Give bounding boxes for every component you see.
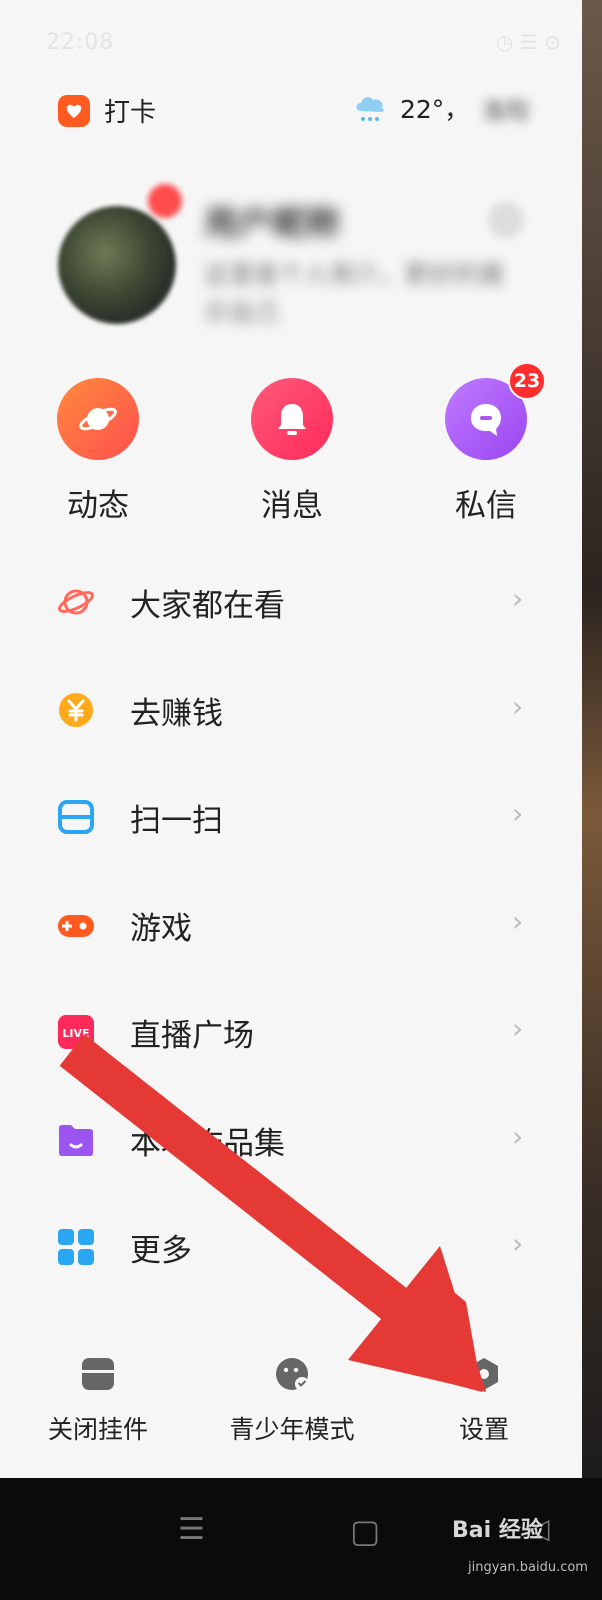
background-video-edge xyxy=(582,0,602,1478)
chevron-right-icon: › xyxy=(512,1012,524,1045)
planet-outline-icon xyxy=(57,589,95,615)
menu-list: 大家都在看 › 去赚钱 › 扫一扫 › 游戏 › LIVE 直播广场 › 本地作… xyxy=(0,550,582,1303)
quick-action-label: 私信 xyxy=(455,488,517,524)
profile-bio: 这里是个人简介，更好的展示自己 xyxy=(204,260,505,327)
quick-action-dynamic[interactable]: 动态 xyxy=(38,378,158,525)
unread-badge: 23 xyxy=(508,362,546,400)
live-icon: LIVE xyxy=(58,1015,94,1049)
weather-temperature: 22°， xyxy=(400,95,470,124)
svg-text:LIVE: LIVE xyxy=(62,1027,89,1040)
profile-arrow-icon[interactable] xyxy=(488,202,524,238)
bottom-button-label: 关闭挂件 xyxy=(47,1415,148,1444)
menu-item-trending[interactable]: 大家都在看 › xyxy=(0,550,582,658)
menu-item-live[interactable]: LIVE 直播广场 › xyxy=(0,980,582,1088)
chevron-right-icon: › xyxy=(512,1119,524,1153)
bottom-button-label: 青少年模式 xyxy=(229,1415,355,1444)
quick-action-private-messages[interactable]: 私信 xyxy=(426,378,546,525)
menu-item-label: 去赚钱 xyxy=(130,695,223,732)
status-time: 22:08 xyxy=(46,30,115,55)
youth-mode-icon xyxy=(276,1358,309,1391)
cloud-rain-icon xyxy=(356,97,384,121)
weather-city: 洛阳 xyxy=(481,96,530,125)
watermark-url: jingyan.baidu.com xyxy=(468,1560,588,1575)
bottom-button-label: 设置 xyxy=(458,1415,509,1444)
chevron-right-icon: › xyxy=(512,582,524,615)
username[interactable]: 用户昵称 xyxy=(204,196,340,245)
chevron-right-icon: › xyxy=(512,1227,524,1260)
folder-icon xyxy=(59,1124,93,1156)
menu-item-local-works[interactable]: 本地作品集 › xyxy=(0,1088,582,1196)
quick-action-label: 消息 xyxy=(261,488,323,524)
gamepad-icon xyxy=(58,914,94,937)
menu-item-label: 游戏 xyxy=(130,910,192,947)
menu-item-more[interactable]: 更多 › xyxy=(0,1195,582,1303)
yuan-coin-icon xyxy=(59,692,93,727)
settings-button[interactable]: 设置 xyxy=(452,1356,516,1446)
youth-mode-button[interactable]: 青少年模式 xyxy=(222,1356,362,1446)
recent-apps-icon[interactable]: ☰ xyxy=(178,1512,205,1547)
planet-icon xyxy=(57,378,139,460)
settings-hex-icon xyxy=(470,1358,498,1390)
weather-widget[interactable]: 22°， 洛阳 xyxy=(352,90,529,126)
quick-action-label: 动态 xyxy=(67,488,129,524)
checkin-button[interactable]: 打卡 xyxy=(58,92,156,129)
chevron-right-icon: › xyxy=(512,797,524,830)
scan-icon xyxy=(58,800,94,834)
chevron-right-icon: › xyxy=(512,689,524,723)
menu-item-label: 扫一扫 xyxy=(130,803,223,839)
menu-item-label: 直播广场 xyxy=(130,1018,254,1054)
menu-item-label: 更多 xyxy=(130,1233,192,1269)
menu-item-label: 大家都在看 xyxy=(130,588,285,624)
quick-action-messages[interactable]: 消息 xyxy=(232,378,352,525)
menu-item-label: 本地作品集 xyxy=(130,1125,285,1162)
grid-icon xyxy=(58,1229,94,1265)
menu-item-games[interactable]: 游戏 › xyxy=(0,873,582,981)
checkin-label: 打卡 xyxy=(104,98,157,128)
home-icon[interactable]: ▢ xyxy=(350,1512,380,1550)
menu-item-earn[interactable]: 去赚钱 › xyxy=(0,658,582,766)
side-drawer: 22:08 ◷ ☰ ⊙ 打卡 22°， 洛阳 用户昵称 这里是个人简介，更好的展… xyxy=(0,0,582,1478)
menu-item-scan[interactable]: 扫一扫 › xyxy=(0,765,582,873)
close-widget-button[interactable]: 关闭挂件 xyxy=(40,1356,156,1446)
checkin-icon xyxy=(58,94,90,127)
watermark-logo: Bai 经验 xyxy=(452,1518,543,1543)
bell-icon xyxy=(251,378,333,460)
avatar-notification-dot xyxy=(148,184,182,218)
status-icons: ◷ ☰ ⊙ xyxy=(496,30,561,54)
chevron-right-icon: › xyxy=(512,904,524,938)
widget-icon xyxy=(82,1358,114,1390)
avatar[interactable] xyxy=(58,206,176,324)
